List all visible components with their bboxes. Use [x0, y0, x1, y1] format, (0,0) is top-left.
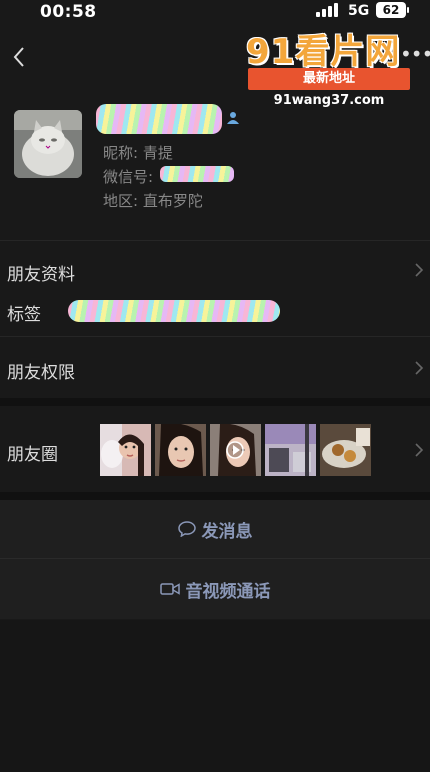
status-time: 00:58 [40, 2, 97, 22]
friend-profile-row[interactable]: 朋友资料 [0, 248, 430, 292]
wechat-id-redaction [160, 166, 234, 182]
chevron-right-icon [415, 263, 424, 277]
empty-background [0, 620, 430, 772]
send-message-button[interactable]: 发消息 [0, 500, 430, 558]
section-gap [0, 398, 430, 406]
tags-redaction [68, 300, 280, 322]
moments-thumbnails [100, 424, 374, 476]
moments-label: 朋友圈 [7, 445, 58, 465]
section-gap [0, 492, 430, 500]
profile-header: 昵称: 青提 微信号: 地区: 直布罗陀 [0, 96, 430, 226]
wechat-id-text: 微信号: [103, 168, 154, 186]
chevron-right-icon [415, 361, 424, 375]
region-text: 地区: 直布罗陀 [103, 192, 203, 210]
voice-video-call-button[interactable]: 音视频通话 [0, 559, 430, 619]
moment-photo[interactable] [155, 424, 206, 476]
network-type: 5G [348, 3, 370, 19]
send-message-label: 发消息 [201, 521, 253, 542]
friend-profile-label: 朋友资料 [7, 265, 75, 285]
status-bar: 00:58 5G 62 [0, 0, 430, 24]
watermark-logo: 91看片网 [246, 32, 401, 72]
moment-video[interactable] [210, 424, 261, 476]
moment-photo[interactable] [265, 424, 316, 476]
friend-permissions-label: 朋友权限 [7, 363, 75, 383]
divider [0, 240, 430, 241]
cat-avatar-image [14, 110, 82, 178]
watermark: 91看片网 最新地址91wang37.com [246, 24, 412, 108]
signal-icon [316, 3, 338, 17]
friend-permissions-row[interactable]: 朋友权限 [0, 344, 430, 392]
chevron-left-icon [13, 47, 24, 67]
moments-row[interactable]: 朋友圈 [0, 406, 430, 492]
watermark-url: 最新地址91wang37.com [248, 68, 410, 108]
tags-label: 标签 [7, 305, 41, 325]
divider [0, 336, 430, 337]
chevron-right-icon [415, 443, 424, 457]
name-redaction [96, 104, 222, 134]
back-button[interactable] [6, 42, 32, 72]
avatar[interactable] [14, 110, 82, 178]
moment-photo[interactable] [100, 424, 151, 476]
person-icon [226, 110, 240, 129]
nickname-text: 昵称: 青提 [103, 144, 173, 162]
voice-video-call-label: 音视频通话 [185, 581, 271, 602]
moment-photo[interactable] [320, 424, 371, 476]
chat-bubble-icon [177, 521, 196, 537]
battery-icon: 62 [376, 2, 409, 18]
video-camera-icon [159, 583, 180, 595]
